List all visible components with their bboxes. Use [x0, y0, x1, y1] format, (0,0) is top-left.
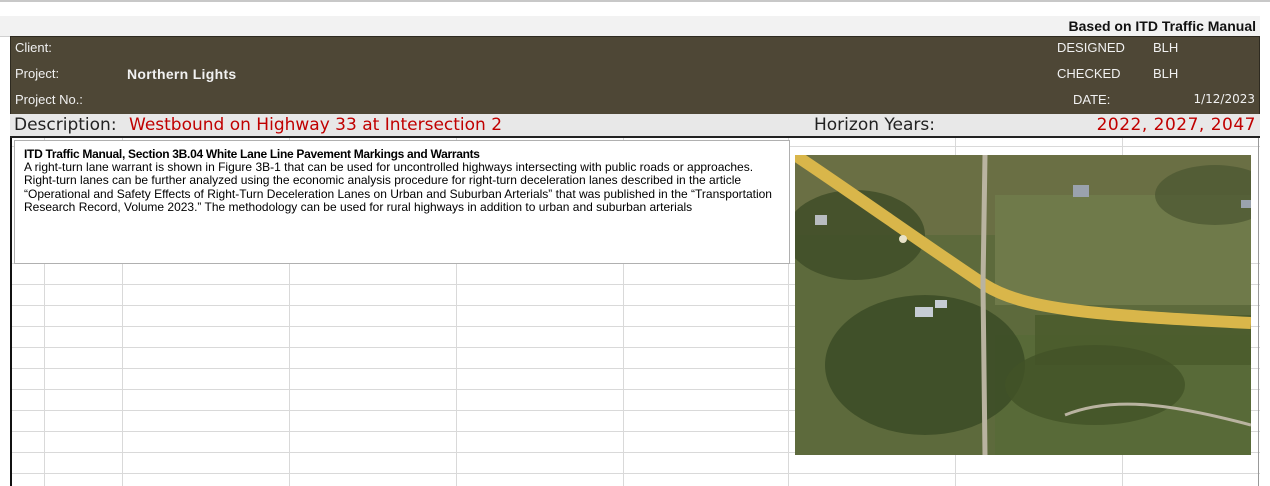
project-label: Project:: [15, 66, 60, 81]
title-bar: Based on ITD Traffic Manual: [0, 16, 1260, 37]
date-value[interactable]: 1/12/2023: [1193, 92, 1255, 106]
client-row: Client: DESIGNED BLH: [11, 38, 1259, 57]
aerial-building: [935, 300, 947, 308]
checked-label: CHECKED: [1057, 66, 1121, 81]
aerial-building: [915, 307, 933, 317]
checked-value[interactable]: BLH: [1153, 66, 1178, 81]
aerial-photo-intersection[interactable]: [795, 155, 1251, 455]
project-value[interactable]: Northern Lights: [127, 66, 237, 82]
aerial-building: [1241, 200, 1251, 208]
aerial-road-marker: [899, 235, 907, 243]
aerial-building: [1073, 185, 1089, 197]
description-bar: Description: Westbound on Highway 33 at …: [10, 114, 1260, 138]
reference-note-box[interactable]: ITD Traffic Manual, Section 3B.04 White …: [14, 140, 790, 264]
project-row: Project: Northern Lights CHECKED BLH: [11, 64, 1259, 83]
grid-row-line: [10, 473, 1260, 474]
aerial-crossroad: [980, 155, 988, 455]
description-label: Description:: [14, 115, 117, 135]
top-rule: [0, 0, 1270, 2]
project-no-row: Project No.: DATE: 1/12/2023: [11, 90, 1259, 109]
sheet-right-border: [1258, 138, 1259, 486]
project-header: Client: DESIGNED BLH Project: Northern L…: [10, 36, 1260, 115]
client-label: Client:: [15, 40, 52, 55]
aerial-trees-south: [1005, 345, 1185, 425]
horizon-years-value[interactable]: 2022, 2027, 2047: [1097, 115, 1256, 135]
date-label: DATE:: [1073, 92, 1111, 107]
note-title: ITD Traffic Manual, Section 3B.04 White …: [24, 147, 480, 161]
project-no-label: Project No.:: [15, 92, 83, 107]
horizon-years-label: Horizon Years:: [814, 115, 935, 135]
description-value[interactable]: Westbound on Highway 33 at Intersection …: [129, 115, 502, 135]
sheet-left-border: [10, 138, 12, 486]
designed-value[interactable]: BLH: [1153, 40, 1178, 55]
aerial-building: [815, 215, 827, 225]
note-body: A right-turn lane warrant is shown in Fi…: [24, 160, 772, 215]
designed-label: DESIGNED: [1057, 40, 1125, 55]
manual-reference-label: Based on ITD Traffic Manual: [1068, 18, 1256, 34]
